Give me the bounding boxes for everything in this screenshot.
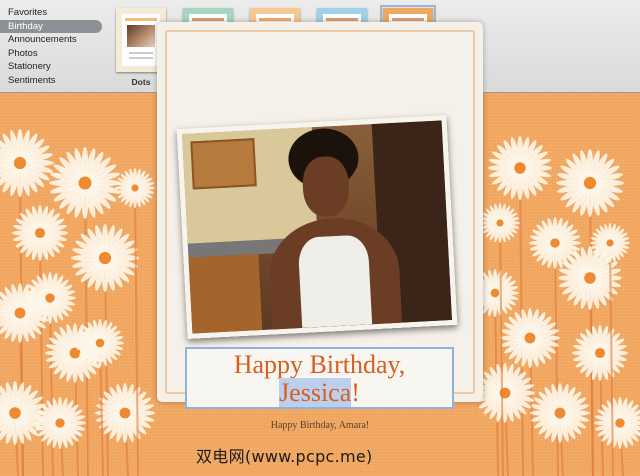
card-title-textbox[interactable]: Happy Birthday, Jessica! — [185, 347, 454, 409]
watermark: 双电网(www.pcpc.me) — [196, 447, 373, 466]
category-item-birthday[interactable]: Birthday — [0, 19, 102, 33]
category-item-favorites[interactable]: Favorites — [0, 6, 102, 20]
category-list: Favorites Birthday Announcements Photos Stat… — [0, 6, 104, 87]
card-title[interactable]: Happy Birthday, Jessica! — [187, 351, 452, 407]
card-message[interactable]: Happy Birthday, Amara! — [157, 420, 483, 431]
card-title-suffix: ! — [351, 378, 360, 407]
card-photo[interactable] — [176, 115, 458, 339]
category-item-sentiments[interactable]: Sentiments — [0, 74, 102, 88]
category-item-announcements[interactable]: Announcements — [0, 33, 102, 47]
category-item-photos[interactable]: Photos — [0, 47, 102, 61]
category-item-stationery[interactable]: Stationery — [0, 60, 102, 74]
card-title-selected-name: Jessica — [279, 378, 352, 407]
card-title-line1: Happy Birthday, — [233, 350, 406, 379]
